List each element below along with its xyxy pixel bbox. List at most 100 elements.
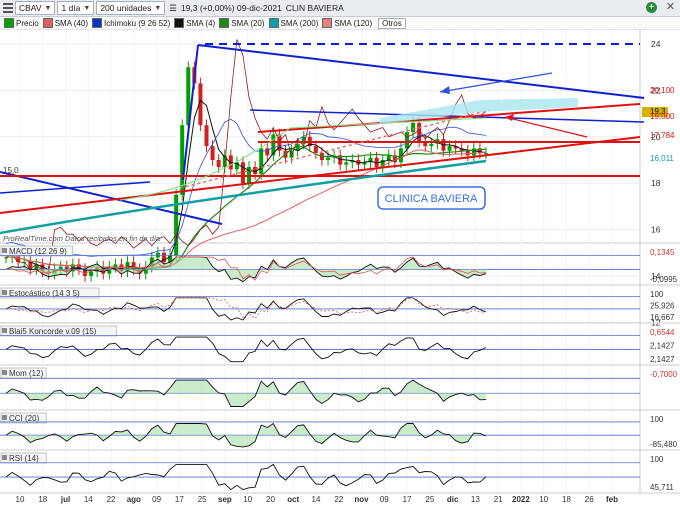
price-panel[interactable]: CLINICA BAVIERA15,020,10019,319,00017,78… [0,39,675,282]
legend-label: Ichimoku (9 26 52) [104,18,171,28]
candle-body [313,146,318,154]
candle-body [326,157,331,160]
x-tick-label: 25 [425,495,434,504]
candle-body [216,160,221,167]
candle-body [58,266,63,270]
indicator-value-label: 45,711 [650,483,674,492]
candle-body [180,125,185,195]
candle-body [259,148,264,174]
quote-text: 19,3 (+0,00%) 09-dic-2021 [180,3,282,13]
legend-swatch [4,18,14,28]
legend-label: Precio [16,18,39,28]
signal-line [5,297,487,320]
x-tick-label: 10 [539,495,548,504]
indicator-value-label: 0,1345 [650,248,675,257]
chart-canvas: 12141618202224 CLINICA BAVIERA15,020,100… [0,30,680,504]
indicator-value-label: 0,6544 [650,328,675,337]
x-tick-label: 09 [380,495,389,504]
candle-body [386,155,391,160]
indicator-value-label: 2,1427 [650,355,675,364]
x-tick-label: 17 [175,495,184,504]
indicator-value-label: 25,926 [650,302,675,311]
panel-title: Mom (12) [9,369,44,378]
y-tick-label: 18 [651,178,661,188]
add-indicator-icon[interactable]: + [646,2,657,13]
panel-icon [2,455,7,460]
chevron-down-icon: ▼ [83,4,91,12]
candle-body [429,143,434,147]
y-tick-label: 16 [651,225,661,235]
x-tick-label: 25 [198,495,207,504]
price-label: 20,100 [650,86,675,95]
x-tick-label: oct [287,495,299,504]
x-tick-label: 14 [312,495,321,504]
indicator-value-label: -0,0995 [650,275,678,284]
x-tick-label: 21 [494,495,503,504]
legend-item-sma20[interactable]: SMA (20) [219,18,265,28]
indicator-legend: Precio SMA (40) Ichimoku (9 26 52) SMA (… [0,17,680,30]
candle-body [210,146,215,160]
x-axis: 10 18 jul 14 22 ago 09 17 25 sep 10 20 oct 14 22 nov 09 1… [16,495,619,504]
panel-icon [2,415,7,420]
y-tick-label: 24 [651,39,661,49]
x-tick-label: feb [606,495,618,504]
x-tick-label: 10 [16,495,25,504]
candle-body [411,122,416,133]
legend-swatch [42,18,53,28]
legend-label: SMA (4) [186,18,216,28]
units-label: 200 unidades [100,3,152,13]
legend-swatch [219,18,230,28]
chart-toolbar: CBAV ▼ 1 día ▼ 200 unidades ▼ ☰ 19,3 (+0,00… [0,0,680,17]
x-tick-label: 2022 [512,495,530,504]
legend-swatch [268,18,279,28]
x-tick-label: 18 [38,495,47,504]
x-tick-label: sep [218,495,232,504]
x-tick-label: nov [354,495,369,504]
period-selector[interactable]: 1 día ▼ [57,1,95,15]
legend-item-sma120[interactable]: SMA (120) [322,18,372,28]
legend-label: SMA (200) [280,18,319,28]
legend-item-precio[interactable]: Precio [4,18,39,28]
symbol-label: CBAV [19,3,42,13]
close-icon[interactable]: ✕ [665,2,676,13]
units-selector[interactable]: 200 unidades ▼ [96,1,166,15]
legend-item-sma200[interactable]: SMA (200) [268,18,319,28]
chart-settings-icon[interactable]: ☰ [169,3,177,14]
candle-body [240,162,245,184]
x-tick-label: 20 [266,495,275,504]
annotation-text: CLINICA BAVIERA [385,193,478,205]
panel-title: Blai5 Koncorde v.09 (15) [9,327,97,336]
panel-icon [2,328,7,333]
legend-item-sma40[interactable]: SMA (40) [42,18,88,28]
x-tick-label: 10 [243,495,252,504]
legend-item-sma4[interactable]: SMA (4) [174,18,215,28]
legend-label: SMA (120) [334,18,373,28]
price-label: 17,784 [650,131,675,140]
x-tick-label: 26 [585,495,594,504]
symbol-selector[interactable]: CBAV ▼ [15,1,56,15]
legend-more-button[interactable]: Otros [378,17,406,29]
panel-icon [2,290,7,295]
x-tick-label: 22 [107,495,116,504]
indicator-value-label: 100 [650,290,664,299]
instrument-name: CLIN BAVIERA [285,3,344,13]
legend-label: SMA (20) [231,18,265,28]
x-tick-label: 17 [403,495,412,504]
candle-body [465,150,470,156]
indicator-value-label: -85,480 [650,440,678,449]
menu-icon[interactable] [3,3,13,13]
panel-icon [2,248,7,253]
legend-swatch [322,18,333,28]
x-tick-label: 14 [84,495,93,504]
indicator-value-label: 100 [650,415,664,424]
legend-item-ichimoku[interactable]: Ichimoku (9 26 52) [92,18,170,28]
candle-body [484,153,488,155]
panel-icon [2,370,7,375]
x-tick-label: 22 [334,495,343,504]
x-tick-label: 09 [152,495,161,504]
panel-title: MACD (12 26 9) [9,247,67,256]
indicator-value-label: 2,1427 [650,342,675,351]
indicator-value-label: -0,7000 [650,370,678,379]
candle-body [447,146,452,151]
candle-body [89,271,94,276]
